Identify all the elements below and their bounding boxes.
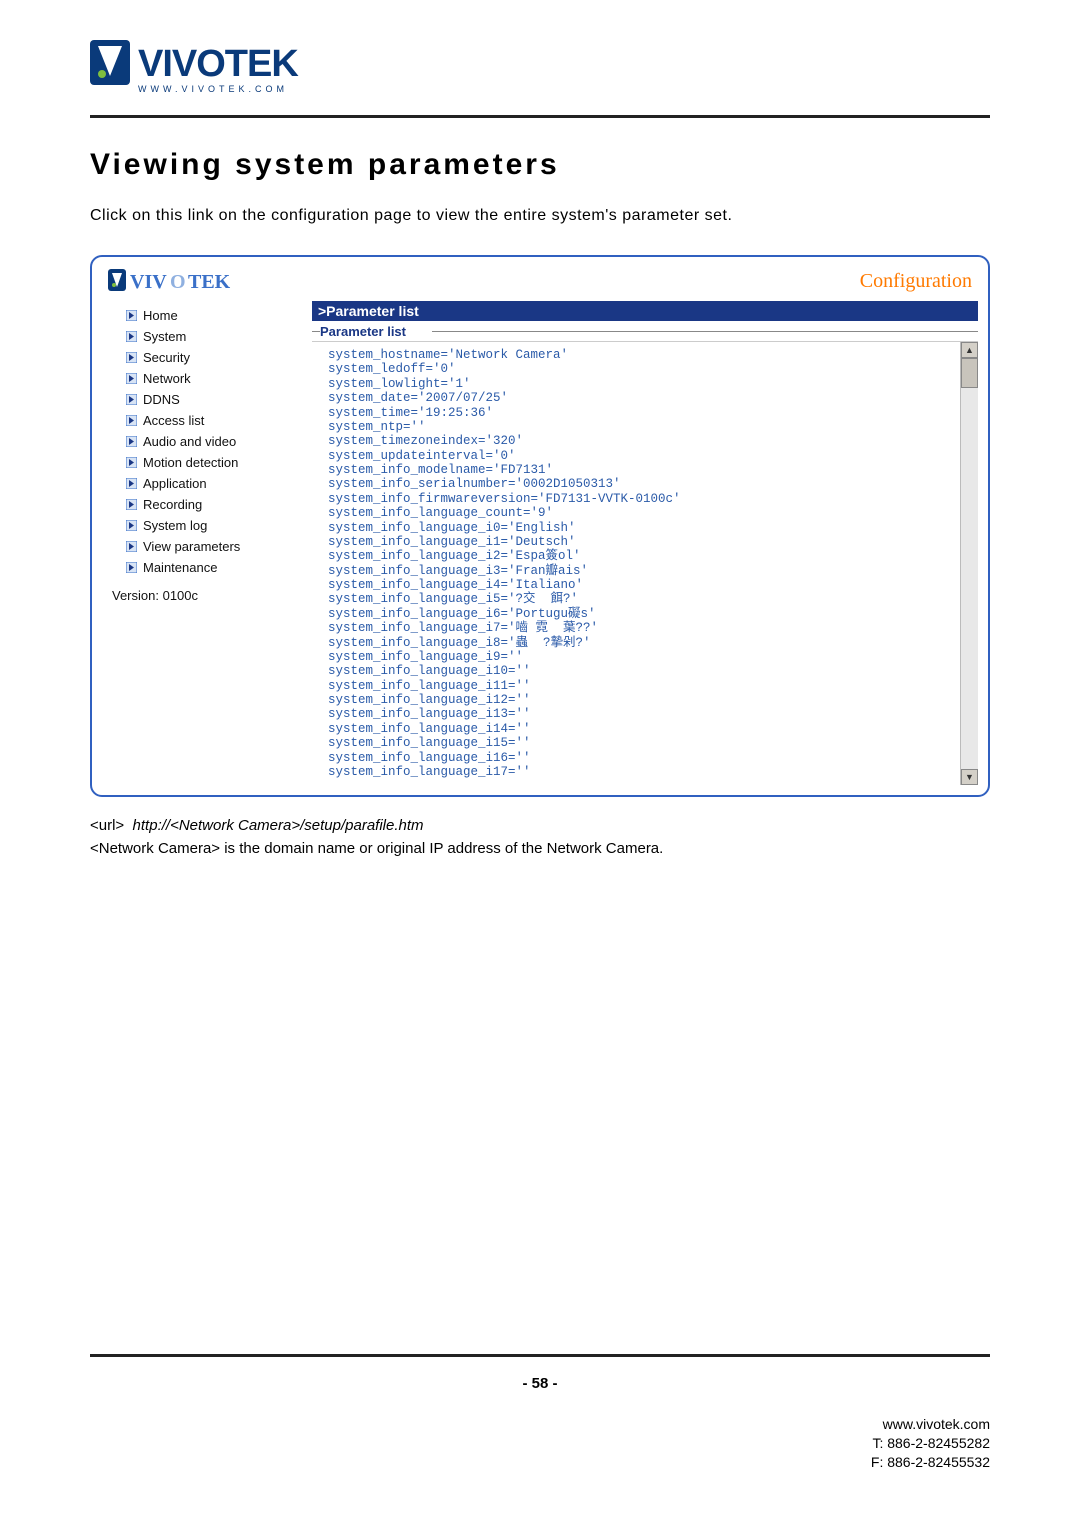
parameter-scroll-area: system_hostname='Network Camera' system_… bbox=[312, 341, 978, 785]
scroll-down-button[interactable]: ▼ bbox=[961, 769, 978, 785]
sidebar-item-ddns[interactable]: DDNS bbox=[108, 389, 306, 410]
arrow-right-icon bbox=[126, 394, 137, 405]
sidebar-item-label: Home bbox=[143, 308, 178, 323]
sidebar-item-label: System bbox=[143, 329, 186, 344]
url-line: <url> http://<Network Camera>/setup/para… bbox=[90, 817, 990, 834]
sidebar-item-label: Maintenance bbox=[143, 560, 217, 575]
content-area: Viewing system parameters Click on this … bbox=[0, 118, 1080, 857]
scroll-up-button[interactable]: ▲ bbox=[961, 342, 978, 358]
sidebar: Home System Security Network DDNS Access list… bbox=[102, 301, 312, 785]
arrow-right-icon bbox=[126, 436, 137, 447]
footer-divider bbox=[90, 1354, 990, 1357]
arrow-right-icon bbox=[126, 331, 137, 342]
svg-text:VIVOTEK: VIVOTEK bbox=[138, 43, 299, 85]
svg-text:O: O bbox=[170, 271, 186, 293]
sidebar-item-label: Recording bbox=[143, 497, 202, 512]
arrow-right-icon bbox=[126, 562, 137, 573]
arrow-right-icon bbox=[126, 541, 137, 552]
sidebar-item-label: DDNS bbox=[143, 392, 180, 407]
arrow-right-icon bbox=[126, 478, 137, 489]
sidebar-item-label: Application bbox=[143, 476, 207, 491]
footer-info: www.vivotek.com T: 886-2-82455282 F: 886… bbox=[871, 1415, 990, 1472]
sidebar-item-access-list[interactable]: Access list bbox=[108, 410, 306, 431]
vivotek-logo-icon: VIVOTEK WWW.VIVOTEK.COM bbox=[90, 30, 350, 100]
config-top-bar: VIV O TEK Configuration bbox=[102, 265, 978, 301]
arrow-right-icon bbox=[126, 352, 137, 363]
sidebar-item-maintenance[interactable]: Maintenance bbox=[108, 557, 306, 578]
intro-text: Click on this link on the configuration … bbox=[90, 207, 990, 225]
url-prefix: <url> bbox=[90, 817, 124, 834]
page-header: VIVOTEK WWW.VIVOTEK.COM bbox=[0, 0, 1080, 100]
sidebar-item-motion-detection[interactable]: Motion detection bbox=[108, 452, 306, 473]
sidebar-item-label: View parameters bbox=[143, 539, 240, 554]
parameter-text: system_hostname='Network Camera' system_… bbox=[312, 342, 960, 785]
version-label: Version: 0100c bbox=[108, 578, 306, 603]
footer-site: www.vivotek.com bbox=[871, 1415, 990, 1434]
main-panel: >Parameter list Parameter list system_ho… bbox=[312, 301, 978, 785]
scroll-thumb[interactable] bbox=[961, 358, 978, 388]
page-title: Viewing system parameters bbox=[90, 148, 990, 182]
config-body: Home System Security Network DDNS Access list… bbox=[102, 301, 978, 785]
vertical-scrollbar[interactable]: ▲ ▼ bbox=[960, 342, 978, 785]
sidebar-item-audio-and-video[interactable]: Audio and video bbox=[108, 431, 306, 452]
arrow-right-icon bbox=[126, 520, 137, 531]
page-number: - 58 - bbox=[0, 1375, 1080, 1392]
arrow-right-icon bbox=[126, 415, 137, 426]
sidebar-item-application[interactable]: Application bbox=[108, 473, 306, 494]
arrow-right-icon bbox=[126, 457, 137, 468]
svg-text:WWW.VIVOTEK.COM: WWW.VIVOTEK.COM bbox=[138, 84, 288, 94]
sidebar-item-security[interactable]: Security bbox=[108, 347, 306, 368]
configuration-label: Configuration bbox=[860, 270, 972, 293]
sidebar-item-recording[interactable]: Recording bbox=[108, 494, 306, 515]
svg-text:VIV: VIV bbox=[130, 271, 167, 293]
sidebar-item-label: Motion detection bbox=[143, 455, 238, 470]
sidebar-item-system[interactable]: System bbox=[108, 326, 306, 347]
configuration-screenshot: VIV O TEK Configuration Home System Securi… bbox=[90, 255, 990, 797]
svg-text:TEK: TEK bbox=[188, 271, 231, 293]
vivotek-logo: VIVOTEK WWW.VIVOTEK.COM bbox=[90, 30, 990, 100]
vivotek-small-logo-icon: VIV O TEK bbox=[108, 267, 258, 295]
sidebar-item-label: Audio and video bbox=[143, 434, 236, 449]
sidebar-item-label: System log bbox=[143, 518, 207, 533]
sidebar-item-home[interactable]: Home bbox=[108, 305, 306, 326]
scroll-track[interactable] bbox=[961, 388, 978, 769]
footer-fax: F: 886-2-82455532 bbox=[871, 1453, 990, 1472]
sidebar-item-label: Security bbox=[143, 350, 190, 365]
url-value: http://<Network Camera>/setup/parafile.h… bbox=[133, 817, 424, 834]
sidebar-item-system-log[interactable]: System log bbox=[108, 515, 306, 536]
arrow-right-icon bbox=[126, 310, 137, 321]
sidebar-item-view-parameters[interactable]: View parameters bbox=[108, 536, 306, 557]
parameter-list-header: >Parameter list bbox=[312, 301, 978, 321]
parameter-list-subheader: Parameter list bbox=[312, 321, 978, 341]
sidebar-item-network[interactable]: Network bbox=[108, 368, 306, 389]
sidebar-item-label: Network bbox=[143, 371, 191, 386]
sidebar-item-label: Access list bbox=[143, 413, 204, 428]
note-line: <Network Camera> is the domain name or o… bbox=[90, 840, 990, 857]
arrow-right-icon bbox=[126, 499, 137, 510]
footer-tel: T: 886-2-82455282 bbox=[871, 1434, 990, 1453]
arrow-right-icon bbox=[126, 373, 137, 384]
